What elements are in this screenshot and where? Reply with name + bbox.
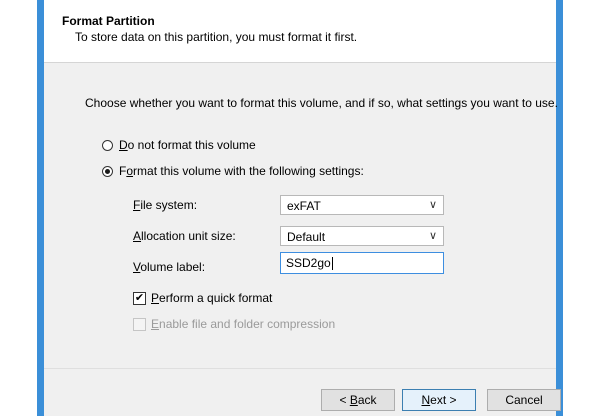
window-frame-right	[556, 0, 563, 416]
next-button[interactable]: Next >	[402, 389, 476, 411]
allocation-unit-dropdown[interactable]: Default ∨	[280, 226, 444, 246]
radio-do-not-format-label: Do not format this volume	[119, 138, 256, 152]
page-title: Format Partition	[62, 14, 155, 28]
quick-format-checkbox[interactable]: ✔	[133, 291, 146, 305]
volume-label-input[interactable]: SSD2go	[280, 252, 444, 274]
compression-checkbox	[133, 317, 146, 331]
volume-label-value: SSD2go	[286, 256, 331, 270]
quick-format-checkbox-row[interactable]: ✔ Perform a quick format	[133, 291, 272, 305]
wizard-footer: < Back Next > Cancel	[44, 369, 561, 416]
compression-label: Enable file and folder compression	[151, 317, 336, 331]
chevron-down-icon: ∨	[428, 199, 437, 211]
cancel-button[interactable]: Cancel	[487, 389, 561, 411]
instruction-text: Choose whether you want to format this v…	[85, 96, 558, 110]
radio-format-volume-label: Format this volume with the following se…	[119, 164, 364, 178]
radio-format-volume[interactable]: Format this volume with the following se…	[102, 164, 364, 178]
file-system-label: File system:	[133, 198, 198, 212]
radio-do-not-format[interactable]: Do not format this volume	[102, 138, 256, 152]
file-system-dropdown[interactable]: exFAT ∨	[280, 195, 444, 215]
radio-button[interactable]	[102, 139, 113, 151]
chevron-down-icon: ∨	[428, 230, 437, 242]
volume-label-label: Volume label:	[133, 260, 206, 274]
background-right	[563, 0, 608, 416]
back-button[interactable]: < Back	[321, 389, 395, 411]
wizard-header: Format Partition To store data on this p…	[44, 0, 556, 62]
window-frame-left	[37, 0, 44, 416]
allocation-unit-value: Default	[287, 230, 326, 244]
quick-format-label: Perform a quick format	[151, 291, 273, 305]
page-subtitle: To store data on this partition, you mus…	[75, 30, 358, 44]
allocation-unit-label: Allocation unit size:	[133, 229, 236, 243]
file-system-value: exFAT	[287, 199, 321, 213]
radio-button-selected[interactable]	[102, 165, 113, 177]
wizard-content: Choose whether you want to format this v…	[44, 63, 558, 368]
text-caret	[331, 257, 333, 271]
compression-checkbox-row: Enable file and folder compression	[133, 317, 335, 331]
